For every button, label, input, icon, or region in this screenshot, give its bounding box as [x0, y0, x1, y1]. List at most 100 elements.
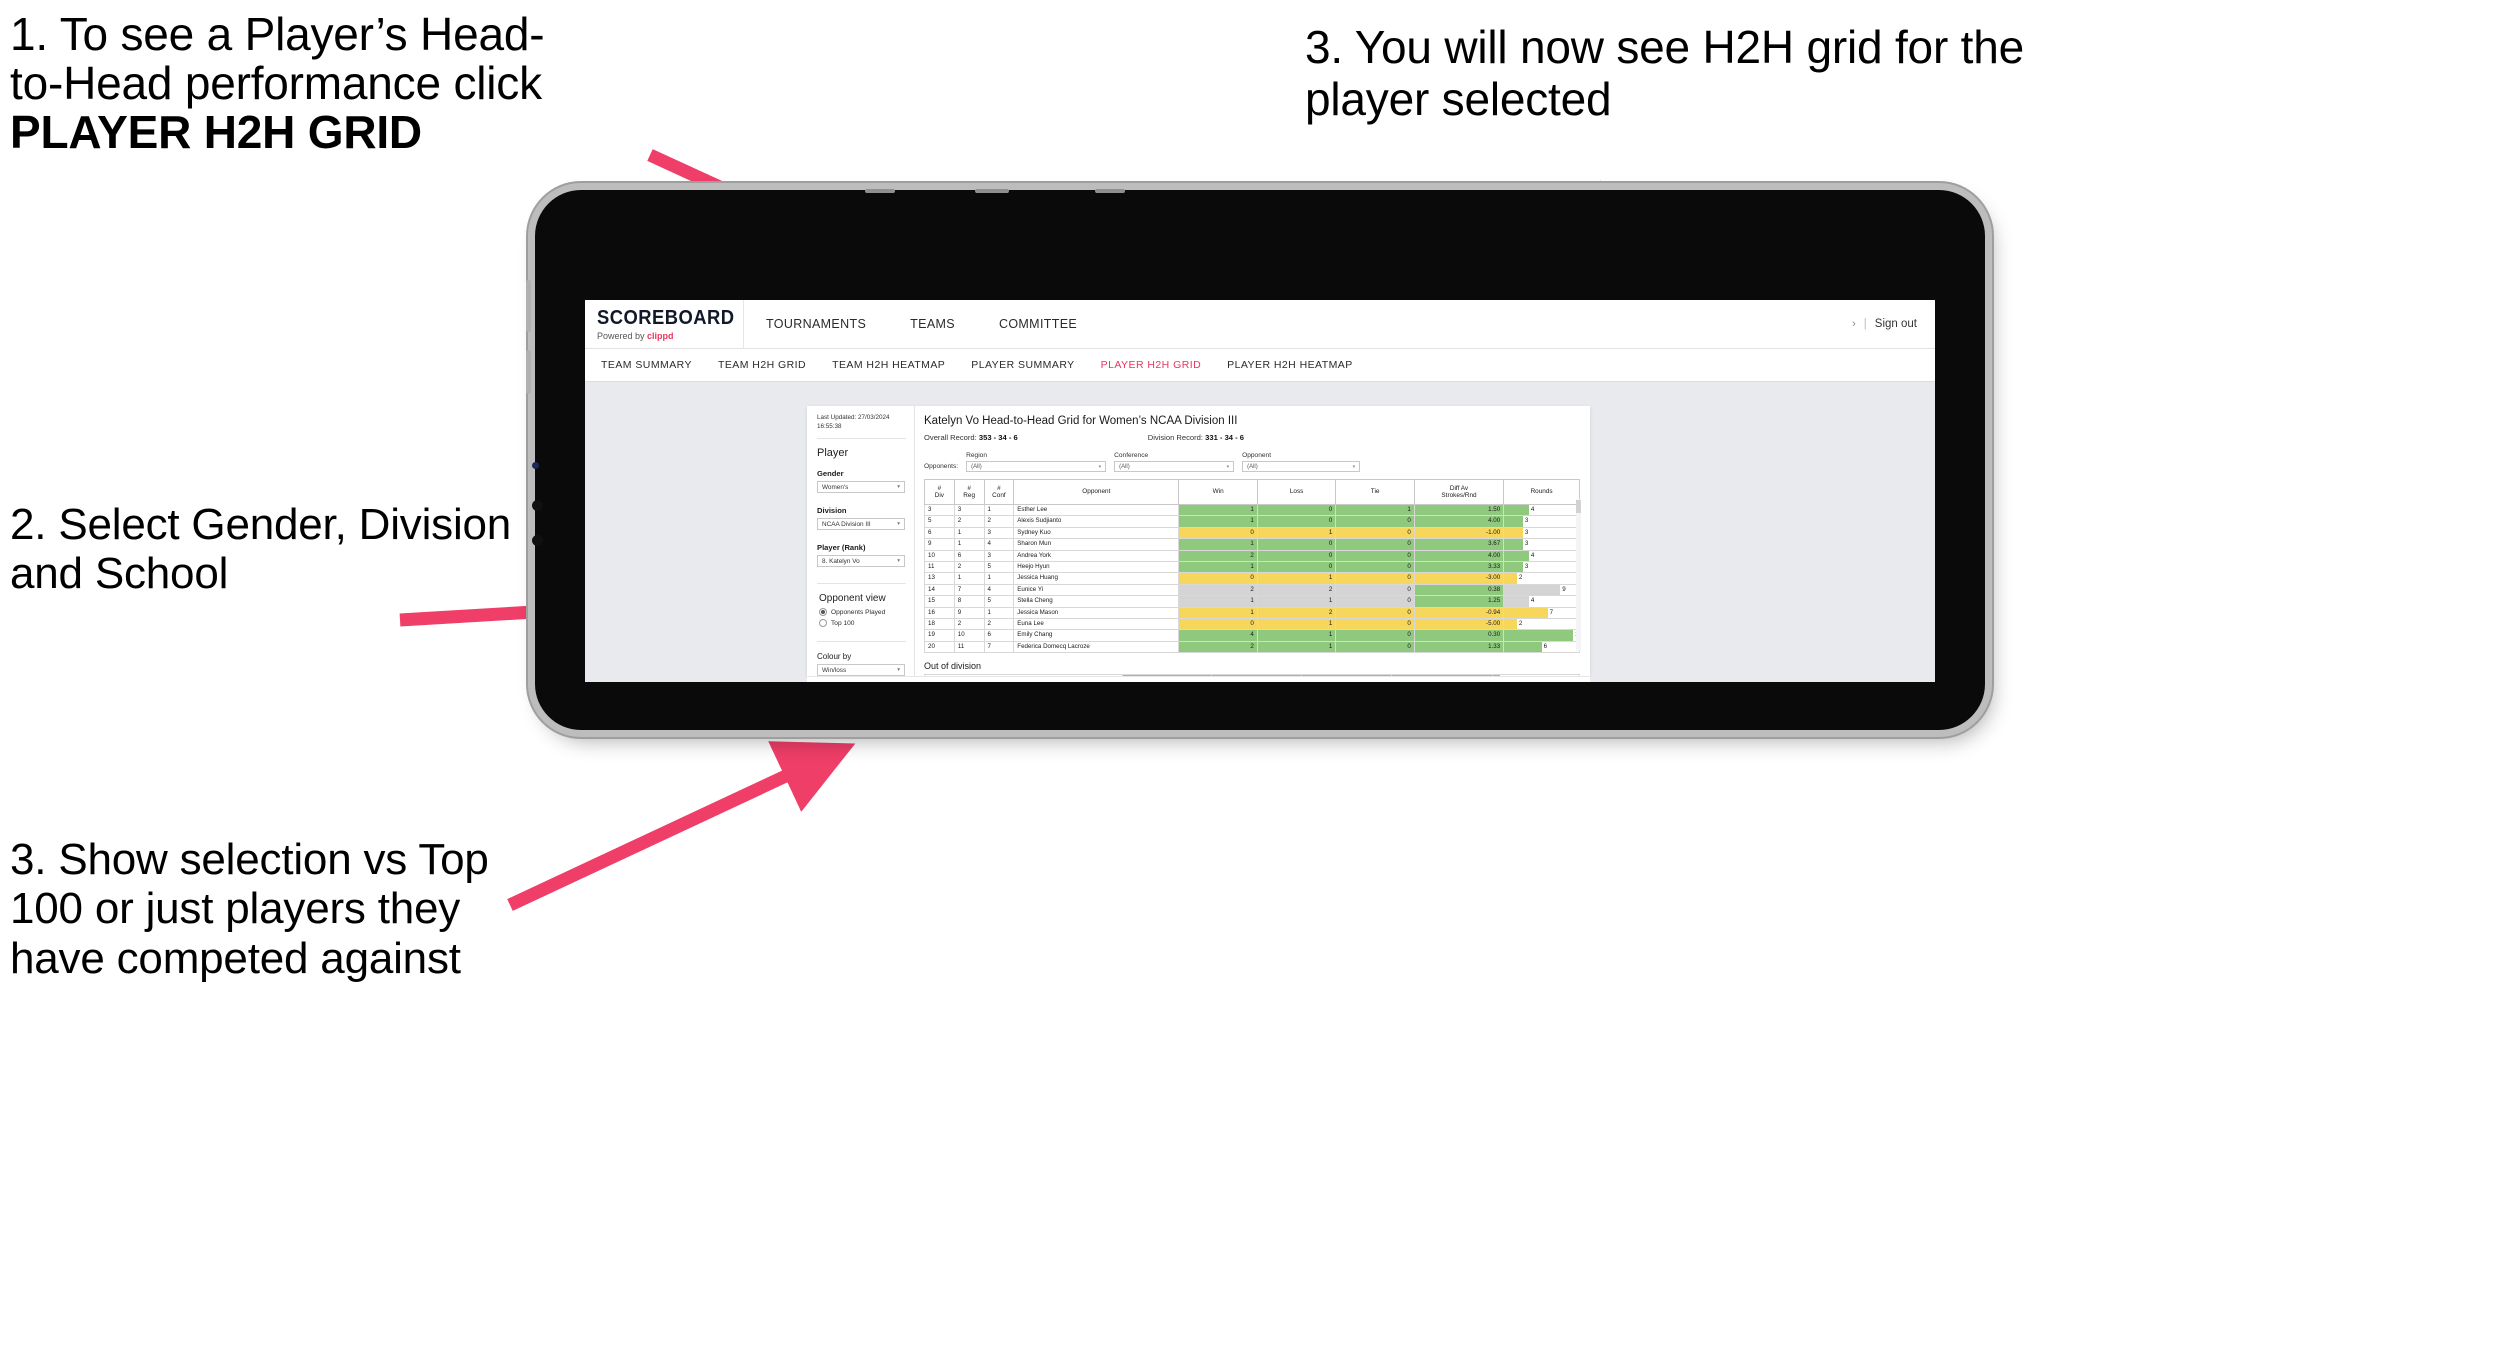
rounds-bar-cell: 4	[1503, 503, 1580, 517]
table-cell: 2	[1256, 583, 1337, 597]
filter-conference-dropdown[interactable]: (All) ▾	[1114, 461, 1235, 472]
nav-item-tournaments[interactable]: TOURNAMENTS	[744, 300, 888, 348]
rounds-bar-cell: 3	[1503, 526, 1580, 540]
filter-opponent-value: (All)	[1247, 463, 1258, 470]
tab-team-h2h-heatmap[interactable]: TEAM H2H HEATMAP	[832, 359, 945, 371]
rounds-bar-cell: 11	[1503, 629, 1581, 642]
col-loss[interactable]: Loss	[1256, 479, 1337, 505]
table-row[interactable]: 13 1 1 Jessica Huang 0 1 0 -3.00 2	[924, 572, 1580, 585]
tab-player-h2h-heatmap[interactable]: PLAYER H2H HEATMAP	[1227, 359, 1353, 371]
col-diff-av-strokes[interactable]: Diff Av Strokes/Rnd	[1413, 479, 1505, 505]
table-cell: 8	[953, 595, 985, 608]
brand-logo[interactable]: SCOREBOARD Powered by clippd	[585, 300, 744, 348]
table-row[interactable]: 5 2 2 Alexis Sudjianto 1 0 0 4.00 3	[924, 515, 1580, 528]
table-row[interactable]: 6 1 3 Sydney Kuo 0 1 0 -1.00 3	[924, 526, 1580, 540]
table-cell: 0	[1335, 640, 1415, 654]
tab-team-h2h-grid[interactable]: TEAM H2H GRID	[718, 359, 806, 371]
grid-vertical-scrollbar[interactable]	[1576, 499, 1581, 651]
table-cell: 0	[1335, 572, 1415, 585]
col-opponent[interactable]: Opponent	[1013, 479, 1180, 505]
tablet-port-dot	[532, 500, 543, 511]
table-cell: Emily Chang	[1013, 629, 1180, 642]
table-cell: Jessica Mason	[1013, 606, 1180, 620]
radio-opponents-played-label: Opponents Played	[831, 608, 886, 616]
radio-opponents-played[interactable]: Opponents Played	[819, 608, 906, 616]
annotation-2: 2. Select Gender, Division and School	[10, 500, 512, 599]
nav-item-teams[interactable]: TEAMS	[888, 300, 977, 348]
col-div[interactable]: # Div	[924, 479, 955, 505]
secondary-nav: TEAM SUMMARY TEAM H2H GRID TEAM H2H HEAT…	[585, 349, 1935, 382]
table-cell: 1	[1335, 503, 1415, 517]
tablet-power-button[interactable]	[526, 350, 531, 394]
table-cell: 2	[983, 515, 1015, 528]
gender-dropdown[interactable]: Women's ▾	[817, 481, 905, 493]
col-rounds[interactable]: Rounds	[1503, 479, 1580, 505]
rounds-value: 4	[1530, 551, 1535, 559]
rounds-bar-cell: 7	[1503, 606, 1580, 620]
table-cell: Heejo Hyun	[1013, 561, 1180, 574]
col-reg[interactable]: # Reg	[953, 479, 985, 505]
table-cell: Alexis Sudjianto	[1013, 515, 1180, 528]
sidebar-divider	[817, 583, 906, 584]
table-row[interactable]: 10 6 3 Andrea York 2 0 0 4.00 4	[924, 549, 1580, 563]
filter-sidebar: Last Updated: 27/03/2024 16:55:38 Player…	[807, 406, 915, 676]
division-dropdown[interactable]: NCAA Division III ▾	[817, 518, 905, 530]
nav-item-committee[interactable]: COMMITTEE	[977, 300, 1099, 348]
app-topbar: SCOREBOARD Powered by clippd TOURNAMENTS…	[585, 300, 1935, 349]
tablet-volume-button[interactable]	[526, 280, 531, 332]
filter-region-dropdown[interactable]: (All) ▾	[966, 461, 1107, 472]
table-cell: 1.33	[1413, 640, 1505, 654]
table-cell: 2	[953, 618, 985, 631]
rounds-value: 6	[1543, 642, 1548, 650]
col-conf[interactable]: # Conf	[983, 479, 1015, 505]
table-cell: 6	[924, 526, 955, 540]
filter-opponent-caption: Opponent	[1242, 452, 1272, 459]
tab-player-summary[interactable]: PLAYER SUMMARY	[971, 359, 1074, 371]
tab-team-summary[interactable]: TEAM SUMMARY	[601, 359, 692, 371]
radio-top-100[interactable]: Top 100	[819, 619, 906, 627]
rounds-bar	[1504, 539, 1523, 550]
table-row[interactable]: 16 9 1 Jessica Mason 1 2 0 -0.94 7	[924, 606, 1580, 620]
table-row[interactable]: 11 2 5 Heejo Hyun 1 0 0 3.33 3	[924, 561, 1580, 574]
col-tie[interactable]: Tie	[1335, 479, 1415, 505]
sign-out-link[interactable]: Sign out	[1875, 318, 1917, 330]
table-row[interactable]: 14 7 4 Eunice Yi 2 2 0 0.38 9	[924, 583, 1580, 597]
grid-scrollbar-thumb[interactable]	[1576, 500, 1581, 513]
table-cell: 0	[1256, 561, 1337, 574]
table-cell: 1	[1256, 629, 1337, 642]
table-row[interactable]: 19106Emily Chang4100.3011	[924, 629, 1581, 642]
table-cell: 0	[1256, 549, 1337, 563]
table-row[interactable]: 18 2 2 Euna Lee 0 1 0 -5.00 2	[924, 618, 1580, 631]
rounds-bar	[1504, 505, 1529, 516]
filter-conference-value: (All)	[1119, 463, 1130, 470]
rounds-bar	[1504, 596, 1529, 607]
tab-player-h2h-grid[interactable]: PLAYER H2H GRID	[1101, 359, 1202, 371]
table-row[interactable]: 9 1 4 Sharon Mun 1 0 0 3.67 3	[924, 538, 1580, 551]
rounds-value: 4	[1530, 597, 1535, 605]
filter-opponent-dropdown[interactable]: (All) ▾	[1242, 461, 1361, 472]
table-cell: 1	[983, 606, 1015, 620]
player-rank-dropdown[interactable]: 8. Katelyn Vo ▾	[817, 555, 905, 567]
table-cell: 0	[1256, 515, 1337, 528]
col-win[interactable]: Win	[1178, 479, 1258, 505]
division-value: NCAA Division III	[822, 520, 871, 528]
tablet-top-slot	[975, 189, 1009, 193]
chevron-down-icon: ▾	[1352, 463, 1356, 470]
sidebar-divider	[817, 438, 906, 439]
rounds-bar-cell: 3	[1503, 538, 1580, 551]
table-cell: 2	[1256, 606, 1337, 620]
filter-conference: Conference (All) ▾	[1114, 452, 1235, 472]
table-cell: 1	[1178, 606, 1258, 620]
table-row[interactable]: 3 3 1 Esther Lee 1 0 1 1.50 4	[924, 503, 1580, 517]
table-cell: 1	[953, 538, 985, 551]
colour-by-dropdown[interactable]: Win/loss ▾	[817, 664, 905, 676]
table-cell: 1	[953, 526, 985, 540]
table-row[interactable]: 20 11 7 Federica Domecq Lacroze 2 1 0 1.33 6	[924, 640, 1580, 654]
table-cell: 7	[983, 640, 1015, 654]
table-cell: 11	[924, 561, 955, 574]
rounds-bar-cell: 9	[1503, 583, 1580, 597]
opponent-view-title: Opponent view	[819, 593, 886, 604]
table-row[interactable]: 15 8 5 Stella Cheng 1 1 0 1.25 4	[924, 595, 1580, 608]
chevron-right-icon[interactable]: ›	[1852, 318, 1856, 330]
table-cell: 4.00	[1413, 515, 1505, 528]
